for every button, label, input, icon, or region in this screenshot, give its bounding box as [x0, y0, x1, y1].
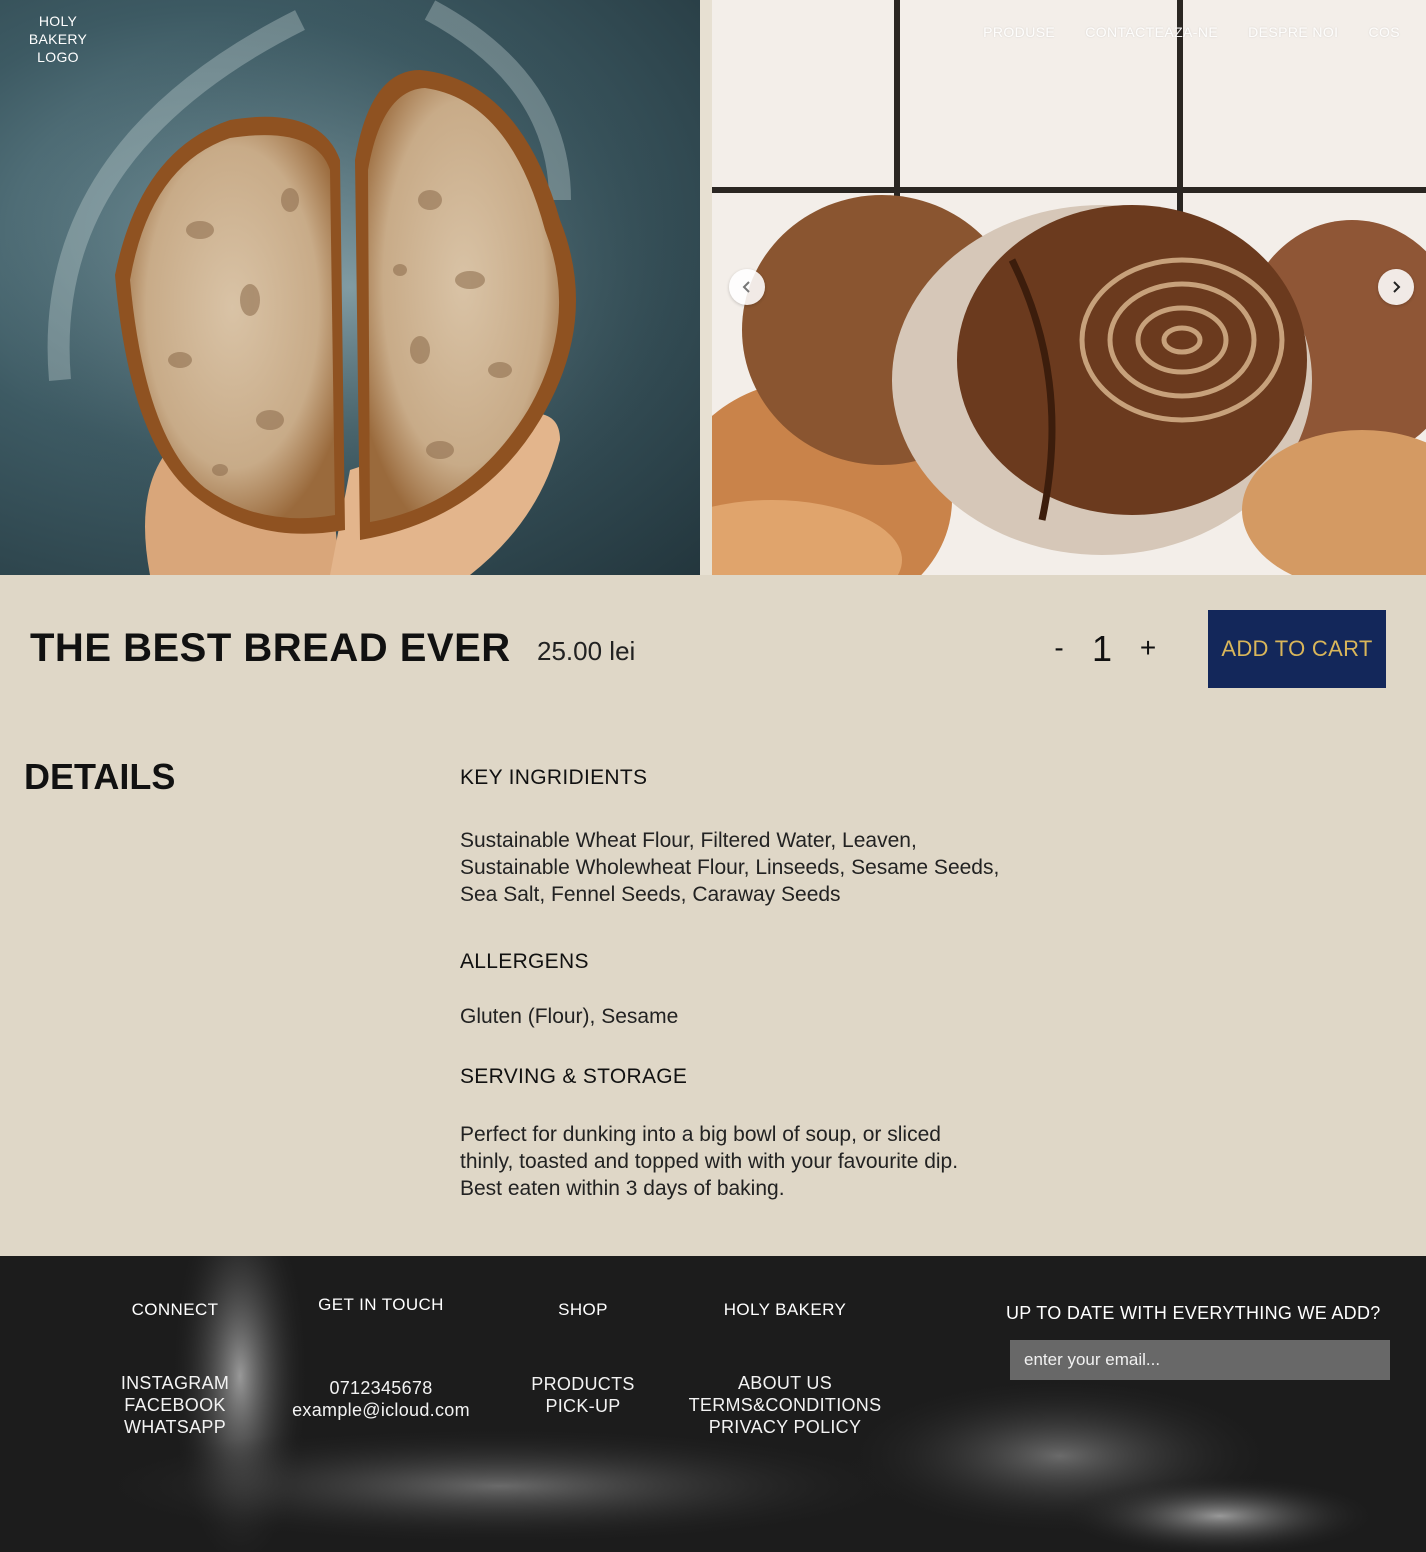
footer-get-in-touch-heading: GET IN TOUCH [318, 1295, 444, 1314]
allergens-text: Gluten (Flour), Sesame [460, 1005, 679, 1028]
product-price: 25.00 lei [537, 636, 636, 666]
carousel-prev-button[interactable] [729, 269, 765, 305]
nav-link-despre-noi[interactable]: DESPRE NOI [1248, 24, 1338, 40]
ingredients-text: Sustainable Wheat Flour, Filtered Water,… [460, 827, 1120, 908]
footer-connect: CONNECT INSTAGRAM FACEBOOK WHATSAPP [100, 1300, 250, 1438]
footer-holy-bakery-heading: HOLY BAKERY [723, 1300, 847, 1319]
ingredients-line: Sea Salt, Fennel Seeds, Caraway Seeds [460, 883, 841, 906]
footer-link-whatsapp[interactable]: WHATSAPP [100, 1416, 250, 1438]
footer-shop-heading: SHOP [558, 1300, 608, 1319]
newsletter-email-input[interactable] [1010, 1340, 1390, 1380]
footer-link-pick-up[interactable]: PICK-UP [513, 1395, 653, 1417]
allergens-label: ALLERGENS [460, 950, 589, 973]
quantity-value[interactable]: 1 [1090, 628, 1114, 670]
storage-line: Perfect for dunking into a big bowl of s… [460, 1123, 941, 1146]
logo-line-3: LOGO [37, 49, 79, 65]
storage-line: Best eaten within 3 days of baking. [460, 1177, 785, 1200]
footer-shop: SHOP PRODUCTS PICK-UP [513, 1300, 653, 1417]
nav-link-cos[interactable]: COS [1368, 24, 1400, 40]
chevron-left-icon [742, 281, 750, 293]
footer-link-facebook[interactable]: FACEBOOK [100, 1394, 250, 1416]
logo-line-2: BAKERY [28, 31, 88, 47]
footer-connect-heading: CONNECT [131, 1300, 219, 1319]
logo-line-1: HOLY [38, 13, 78, 29]
hero-gallery: HOLY BAKERY LOGO PRODUSE CONTACTEAZA-NE … [0, 0, 1426, 575]
quantity-decrease-button[interactable]: - [1049, 632, 1069, 664]
product-title: THE BEST BREAD EVER [30, 626, 511, 670]
footer-link-privacy-policy[interactable]: PRIVACY POLICY [680, 1416, 890, 1438]
footer-phone[interactable]: 0712345678 [276, 1377, 486, 1399]
quantity-increase-button[interactable]: + [1136, 632, 1160, 664]
newsletter-heading: UP TO DATE WITH EVERYTHING WE ADD? [1006, 1303, 1381, 1323]
add-to-cart-button[interactable]: ADD TO CART [1208, 610, 1386, 688]
site-logo[interactable]: HOLY BAKERY LOGO [18, 12, 98, 66]
site-footer: CONNECT INSTAGRAM FACEBOOK WHATSAPP GET … [0, 1256, 1426, 1552]
footer-link-instagram[interactable]: INSTAGRAM [100, 1372, 250, 1394]
hero-image-bread-halves [0, 0, 700, 575]
footer-link-products[interactable]: PRODUCTS [513, 1373, 653, 1395]
top-navigation: PRODUSE CONTACTEAZA-NE DESPRE NOI COS [983, 24, 1400, 40]
chevron-right-icon [1393, 281, 1401, 293]
footer-email[interactable]: example@icloud.com [276, 1399, 486, 1421]
ingredients-line: Sustainable Wheat Flour, Filtered Water,… [460, 829, 917, 852]
details-heading: DETAILS [24, 756, 176, 797]
footer-link-about-us[interactable]: ABOUT US [680, 1372, 890, 1394]
storage-label: SERVING & STORAGE [460, 1065, 688, 1088]
storage-line: thinly, toasted and topped with with you… [460, 1150, 959, 1173]
ingredients-line: Sustainable Wholewheat Flour, Linseeds, … [460, 856, 1000, 879]
footer-link-terms-conditions[interactable]: TERMS&CONDITIONS [680, 1394, 890, 1416]
footer-get-in-touch: GET IN TOUCH 0712345678 example@icloud.c… [276, 1295, 486, 1421]
ingredients-label: KEY INGRIDIENTS [460, 766, 648, 789]
carousel-next-button[interactable] [1378, 269, 1414, 305]
storage-text: Perfect for dunking into a big bowl of s… [460, 1121, 1120, 1202]
nav-link-contacteaza-ne[interactable]: CONTACTEAZA-NE [1085, 24, 1218, 40]
footer-holy-bakery: HOLY BAKERY ABOUT US TERMS&CONDITIONS PR… [680, 1300, 890, 1438]
nav-link-produse[interactable]: PRODUSE [983, 24, 1055, 40]
hero-image-sourdough-loaves [712, 0, 1426, 575]
